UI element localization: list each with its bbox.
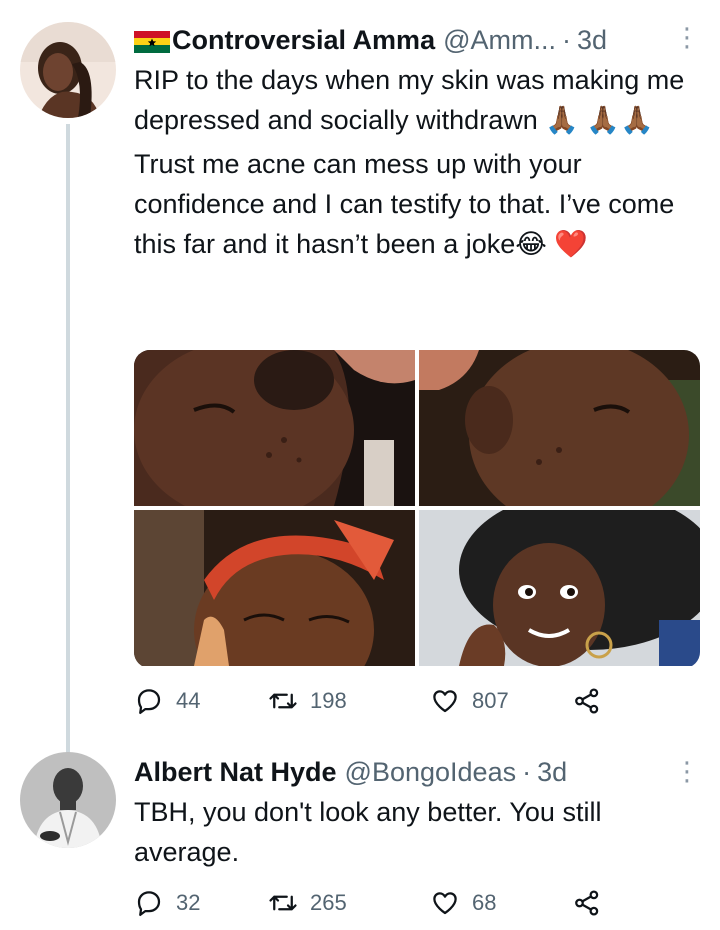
media-grid: [134, 350, 700, 668]
tweet-header: Albert Nat Hyde @BongoIdeas · 3d: [134, 752, 700, 792]
handle[interactable]: @BongoIdeas: [345, 757, 517, 788]
tweet-actions: 44 198 807: [134, 686, 614, 716]
photo[interactable]: [419, 350, 700, 506]
separator: ·: [562, 24, 571, 55]
reply-count: 32: [176, 890, 201, 915]
tweet-header: Controversial Amma @Amm... · 3d: [134, 20, 700, 60]
heart-icon: [433, 690, 457, 713]
share-icon: [575, 890, 599, 916]
heart-icon: [433, 892, 457, 915]
handle[interactable]: @Amm...: [443, 25, 556, 56]
like-button[interactable]: 807: [430, 686, 572, 716]
avatar[interactable]: [20, 752, 116, 848]
share-button[interactable]: [572, 686, 602, 716]
reply-count: 44: [176, 688, 201, 713]
thread-line: [66, 124, 70, 754]
display-name[interactable]: Albert Nat Hyde: [134, 757, 337, 788]
tweet-text: RIP to the days when my skin was making …: [134, 60, 700, 264]
reply-icon: [137, 689, 161, 714]
reply-icon: [137, 891, 161, 916]
tweet-paragraph: Trust me acne can mess up with your conf…: [134, 149, 675, 259]
reply-button[interactable]: 32: [134, 888, 268, 918]
photo[interactable]: [419, 510, 700, 666]
separator: ·: [522, 756, 532, 787]
tweet-body: Albert Nat Hyde @BongoIdeas · 3d TBH, yo…: [134, 752, 700, 872]
timestamp[interactable]: 3d: [577, 25, 607, 56]
share-icon: [575, 688, 599, 714]
retweet-button[interactable]: 198: [268, 686, 430, 716]
photo[interactable]: [134, 510, 415, 666]
tweet-paragraph: RIP to the days when my skin was making …: [134, 65, 685, 135]
retweet-icon: [269, 895, 297, 911]
tweet-original[interactable]: ⋮ Controversial Amma @Amm... · 3d RIP to…: [0, 0, 720, 754]
tweet-text: TBH, you don't look any better. You stil…: [134, 797, 602, 867]
retweet-count: 265: [310, 890, 347, 915]
like-count: 68: [472, 890, 497, 915]
photo[interactable]: [134, 350, 415, 506]
ghana-flag-icon: [134, 29, 170, 53]
tweet-body: Controversial Amma @Amm... · 3d RIP to t…: [134, 20, 700, 264]
retweet-count: 198: [310, 688, 347, 713]
timestamp[interactable]: 3d: [537, 757, 567, 788]
retweet-button[interactable]: 265: [268, 888, 430, 918]
tweet-reply[interactable]: ⋮ Albert Nat Hyde @BongoIdeas · 3d TBH, …: [0, 740, 720, 930]
retweet-icon: [269, 693, 297, 709]
avatar[interactable]: [20, 22, 116, 118]
display-name[interactable]: Controversial Amma: [172, 25, 435, 56]
share-button[interactable]: [572, 888, 602, 918]
tweet-actions: 32 265 68: [134, 888, 614, 918]
reply-button[interactable]: 44: [134, 686, 268, 716]
like-button[interactable]: 68: [430, 888, 572, 918]
like-count: 807: [472, 688, 509, 713]
